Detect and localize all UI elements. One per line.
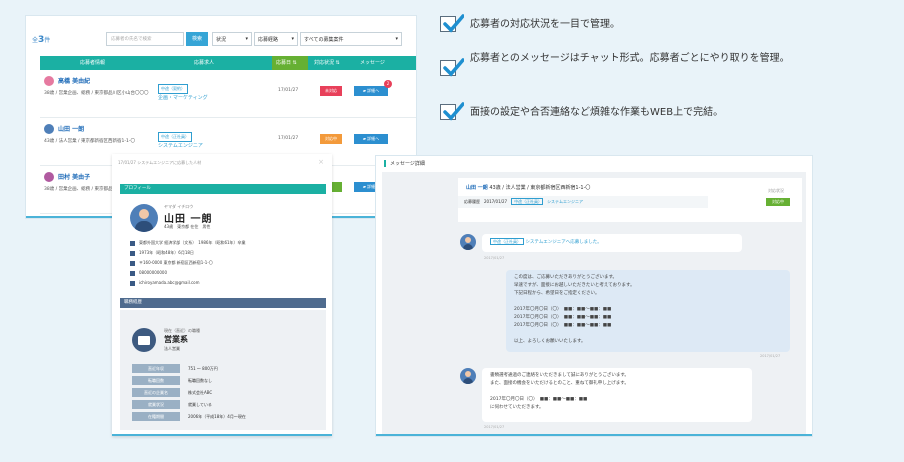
chevron-down-icon: ▾ <box>245 36 248 42</box>
message-timestamp: 2017/01/27 <box>484 425 505 429</box>
col-status[interactable]: 対応状況 ⇅ <box>314 56 340 70</box>
profile-section-header: プロフィール <box>120 184 326 194</box>
career-box: 現在（直近）の職種 営業系 法人営業 直近年収 751 ～ 800万円 転職回数転… <box>120 310 326 430</box>
avatar <box>130 204 158 232</box>
avatar <box>460 234 476 250</box>
applicant-meta: 43歳 / 法人営業 / 東京都新宿区西新宿1-1-〇 <box>44 139 135 144</box>
career-row: 転職回数 転職回数なし <box>132 376 318 386</box>
incoming-message: 書類選考通過のご連絡をいただきまして誠にありがとうございます。 また、面接の機会… <box>482 368 752 422</box>
feature-text: 応募者の対応状況を一目で管理。 <box>470 19 620 30</box>
job-title[interactable]: 企画・マーケティング <box>158 94 208 101</box>
header-history: 応募履歴 2017/01/27 中途（正社員） システムエンジニア <box>458 196 708 208</box>
message-header-card: 山田 一朗 43歳 / 法人営業 / 東京都新宿区西新宿1-1-〇 応募履歴 2… <box>458 178 802 222</box>
message-timestamp: 2017/01/27 <box>484 256 505 260</box>
header-applicant: 山田 一朗 43歳 / 法人営業 / 東京都新宿区西新宿1-1-〇 <box>466 185 591 191</box>
apply-date: 17/01/27 <box>278 88 299 93</box>
col-applicant: 応募者情報 <box>80 60 106 66</box>
detail-button[interactable]: ▰ 詳細へ <box>354 134 388 144</box>
avatar <box>44 124 54 134</box>
result-count: 全3件 <box>32 35 51 45</box>
checkbox-icon <box>440 58 464 77</box>
header-status-label: 対応状況 <box>768 188 784 193</box>
applicant-name[interactable]: 田村 美由子 <box>58 172 90 181</box>
calendar-icon <box>130 250 135 256</box>
phone-icon <box>130 270 135 276</box>
career-row: 就業状況 就業している <box>132 400 318 410</box>
table-header: 応募者情報 応募求人 応募日 ⇅ 対応状況 ⇅ メッセージ <box>40 56 416 70</box>
checkbox-icon <box>440 14 464 33</box>
route-filter-select[interactable]: 応募経路 ▾ <box>254 32 298 46</box>
status-filter-select[interactable]: 状況 ▾ <box>212 32 252 46</box>
chevron-down-icon: ▾ <box>291 36 294 42</box>
search-button[interactable]: 検索 <box>186 32 208 46</box>
checkbox-icon <box>440 102 464 121</box>
feature-text: 応募者とのメッセージはチャット形式。応募者ごとにやり取りを管理。 <box>470 53 790 64</box>
detail-button[interactable]: ▰ 詳細へ <box>354 86 388 96</box>
employment-tag: 中途（正社員） <box>158 132 192 142</box>
profile-top-note: 17/01/27 システムエンジニアに応募した人材 <box>118 160 202 165</box>
career-row: 直近の企業名 株式会社ABC <box>132 388 318 398</box>
briefcase-icon <box>132 328 156 352</box>
profile-name: 山田 一朗 <box>164 214 213 225</box>
status-select[interactable]: 対応中 <box>320 134 342 144</box>
header-status-select[interactable]: 対応中 <box>766 198 790 206</box>
job-filter-select[interactable]: すべての募集案件 ▾ <box>300 32 402 46</box>
career-row: 直近年収 751 ～ 800万円 <box>132 364 318 374</box>
employment-tag: 中途（契約） <box>158 84 188 94</box>
applicant-name[interactable]: 高橋 美由紀 <box>58 76 90 85</box>
career-section-header: 職務経歴 <box>120 298 326 308</box>
job-title[interactable]: システムエンジニア <box>158 142 203 149</box>
status-select[interactable]: 未対応 <box>320 86 342 96</box>
phone-line: 08000000000 <box>130 270 167 276</box>
chevron-down-icon: ▾ <box>395 36 398 42</box>
message-detail-panel: メッセージ詳細 山田 一朗 43歳 / 法人営業 / 東京都新宿区西新宿1-1-… <box>376 156 812 436</box>
avatar <box>460 368 476 384</box>
message-timestamp: 2017/01/27 <box>760 354 781 358</box>
applicant-meta: 38歳 / 営業企画、総務 / 東京都品川区小山台〇〇〇 <box>44 91 149 96</box>
mail-icon <box>130 280 135 286</box>
feature-text: 面接の設定や合否連絡など煩雑な作業もWEB上で完結。 <box>470 107 724 118</box>
applicant-name[interactable]: 山田 一朗 <box>58 124 84 133</box>
career-subcategory: 法人営業 <box>164 346 180 351</box>
career-category: 営業系 <box>164 335 188 344</box>
profile-subinfo: 43歳 東京都 在住 男性 <box>164 224 211 229</box>
education-line: 東都外国大学 経済学部（文系） 1986年（昭和61年）卒業 <box>130 240 246 246</box>
col-date[interactable]: 応募日 ⇅ <box>272 56 308 70</box>
graduation-cap-icon <box>130 240 135 246</box>
incoming-message: 中途（正社員） システムエンジニアへ応募しました。 <box>482 234 742 252</box>
table-row[interactable]: 高橋 美由紀 38歳 / 営業企画、総務 / 東京都品川区小山台〇〇〇 中途（契… <box>40 70 416 118</box>
close-icon[interactable]: × <box>318 158 324 166</box>
outgoing-message: この度は、ご応募いただきありがとうございます。 早速ですが、面接にお越しいただき… <box>506 270 790 352</box>
col-message: メッセージ <box>360 60 385 66</box>
message-title: メッセージ詳細 <box>384 160 425 167</box>
applicant-profile-panel: 17/01/27 システムエンジニアに応募した人材 × プロフィール ヤマダ イ… <box>112 154 332 436</box>
apply-date: 17/01/27 <box>278 136 299 141</box>
email-line: ichiroyamada.abc@gmail.com <box>130 280 200 286</box>
unread-badge: 2 <box>384 80 392 88</box>
avatar <box>44 76 54 86</box>
list-toolbar: 全3件 応募者の氏名で検索 検索 状況 ▾ 応募経路 ▾ すべての募集案件 ▾ <box>32 32 412 48</box>
birthday-line: 1973年（昭和48年）6月18日 <box>130 250 194 256</box>
home-icon <box>130 260 135 266</box>
message-thread[interactable]: 山田 一朗 43歳 / 法人営業 / 東京都新宿区西新宿1-1-〇 応募履歴 2… <box>382 172 806 434</box>
search-input[interactable]: 応募者の氏名で検索 <box>106 32 184 46</box>
col-job: 応募求人 <box>194 60 215 66</box>
career-row: 在籍期間 2006年（平成18年）4月～現在 <box>132 412 318 422</box>
avatar <box>44 172 54 182</box>
address-line: 〒160-0000 東京都 新宿区西新宿1-1-〇 <box>130 260 213 266</box>
